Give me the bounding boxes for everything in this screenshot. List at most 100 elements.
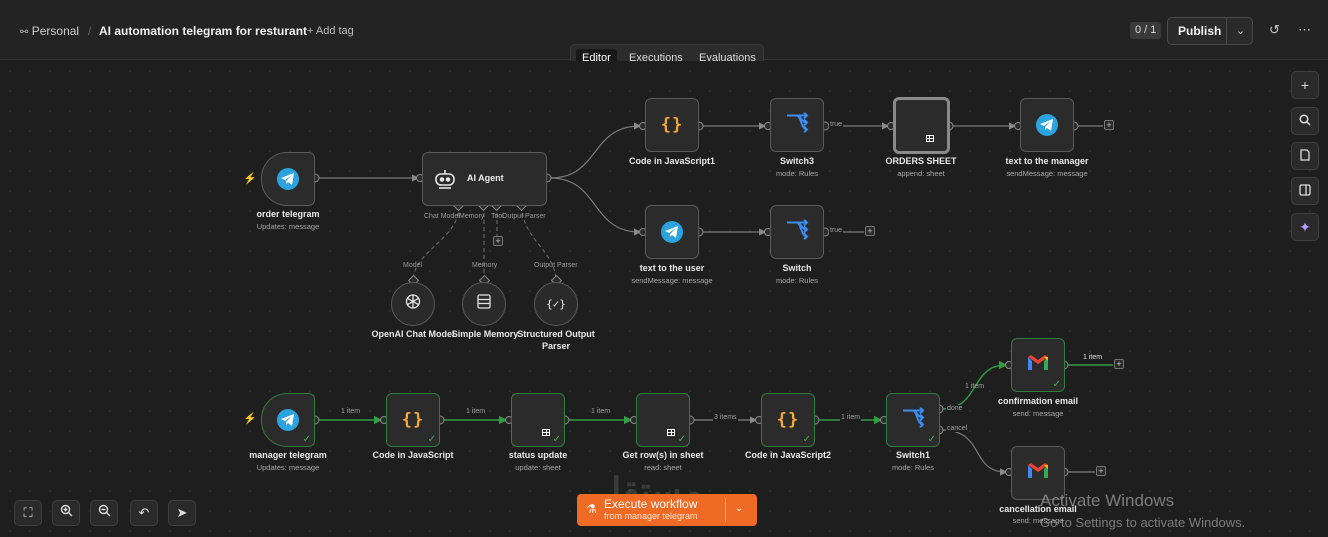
success-check-icon: ✓ (677, 434, 686, 445)
node-manager-telegram[interactable]: ✓ (261, 393, 315, 447)
add-node-button[interactable]: + (1096, 466, 1106, 476)
fit-view-button[interactable]: ⛶ (14, 500, 42, 526)
node-sublabel: sendMessage: message (631, 276, 713, 285)
history-icon[interactable]: ↺ (1269, 22, 1280, 38)
edge-label-items: 3 items (713, 414, 738, 421)
node-label: Code in JavaScript1 (628, 156, 716, 166)
port-label-chat-model: Chat Model (424, 213, 460, 220)
activate-windows-title: Activate Windows (1040, 491, 1175, 510)
workflow-title[interactable]: AI automation telegram for resturant (99, 24, 307, 38)
node-code-js2[interactable]: {} ✓ (761, 393, 815, 447)
zoom-out-icon (98, 504, 111, 520)
sparkle-icon: ✦ (1299, 219, 1311, 235)
node-switch3[interactable] (770, 98, 824, 152)
node-switch[interactable] (770, 205, 824, 259)
edge-label-items: 1 item (466, 408, 486, 415)
success-check-icon: ✓ (802, 434, 811, 445)
add-node-button[interactable]: + (1114, 359, 1124, 369)
node-label: Switch (782, 263, 812, 273)
node-confirmation-email[interactable]: ✓ (1011, 338, 1065, 392)
zoom-in-button[interactable] (52, 500, 80, 526)
code-braces-icon: {} (401, 410, 425, 430)
node-sublabel: sendMessage: message (1006, 169, 1088, 178)
port-label-model: Model (403, 262, 423, 269)
success-check-icon: ✓ (427, 434, 436, 445)
panel-icon (1299, 183, 1311, 199)
add-node-panel-button[interactable]: + (1291, 71, 1319, 99)
lightning-icon: ⚡ (243, 413, 257, 425)
chevron-down-icon[interactable]: ⌄ (735, 503, 743, 514)
activate-windows-subtitle: Go to Settings to activate Windows. (1040, 515, 1246, 530)
add-node-button[interactable]: + (865, 226, 875, 236)
telegram-icon (1036, 114, 1058, 136)
tidy-up-button[interactable]: ➤ (168, 500, 196, 526)
node-sublabel: Updates: message (256, 222, 320, 231)
toggle-panel-button[interactable] (1291, 177, 1319, 205)
undo-button[interactable]: ↶ (130, 500, 158, 526)
node-text-manager[interactable] (1020, 98, 1074, 152)
node-sublabel: append: sheet (897, 169, 945, 178)
add-tag-button[interactable]: + Add tag (307, 25, 354, 37)
node-status-update[interactable]: ✓ (511, 393, 565, 447)
node-openai-chat-model[interactable] (391, 282, 435, 326)
telegram-icon (661, 221, 683, 243)
node-label: text to the manager (1005, 156, 1089, 166)
success-check-icon: ✓ (1052, 379, 1061, 390)
ai-assistant-button[interactable]: ✦ (1291, 213, 1319, 241)
execute-sublabel: from manager telegram (604, 511, 698, 521)
edge-label-done: done (946, 405, 964, 412)
node-label: Code in JavaScript (372, 450, 454, 460)
node-sublabel: mode: Rules (775, 169, 819, 178)
edge-label-items: 1 item (341, 408, 361, 415)
edge-label-true: true (829, 121, 844, 128)
zoom-out-button[interactable] (90, 500, 118, 526)
openai-icon (404, 293, 422, 316)
node-ai-agent[interactable]: AI Agent (422, 152, 547, 206)
publish-button[interactable]: Publish ⌄ (1167, 17, 1253, 45)
node-structured-output-parser[interactable]: {✓} (534, 282, 578, 326)
edge-label-items: 1 item (965, 383, 985, 390)
node-simple-memory[interactable] (462, 282, 506, 326)
execute-workflow-button[interactable]: ⚗ Execute workflow from manager telegram… (577, 494, 757, 526)
node-sublabel: mode: Rules (775, 276, 819, 285)
telegram-icon (277, 409, 299, 431)
publish-label: Publish (1178, 24, 1222, 38)
chevron-down-icon[interactable]: ⌄ (1226, 18, 1254, 44)
add-tool-button[interactable]: + (493, 236, 503, 246)
node-sublabel: mode: Rules (891, 463, 935, 472)
success-check-icon: ✓ (927, 434, 936, 445)
fit-view-icon: ⛶ (23, 505, 33, 520)
node-label: text to the user (639, 263, 705, 273)
success-check-icon: ✓ (302, 434, 311, 445)
sticky-note-button[interactable] (1291, 142, 1319, 170)
node-label: AI Agent (467, 173, 504, 183)
node-sublabel: Updates: message (256, 463, 320, 472)
node-label: ORDERS SHEET (885, 156, 957, 166)
more-icon[interactable]: ⋯ (1298, 22, 1311, 38)
breadcrumb-workspace[interactable]: ⚯ Personal (20, 24, 79, 38)
plus-icon: + (1300, 77, 1310, 93)
node-get-rows[interactable]: ✓ (636, 393, 690, 447)
robot-icon (433, 167, 457, 196)
node-code-js[interactable]: {} ✓ (386, 393, 440, 447)
node-label: order telegram (256, 209, 320, 219)
node-label-line2: Parser (541, 341, 571, 351)
node-label: status update (508, 450, 568, 460)
undo-icon: ↶ (138, 505, 150, 520)
node-orders-sheet[interactable] (893, 97, 950, 154)
database-icon (476, 294, 492, 315)
node-text-user[interactable] (645, 205, 699, 259)
add-node-button[interactable]: + (1104, 120, 1114, 130)
switch-icon (785, 218, 809, 245)
node-order-telegram[interactable] (261, 152, 315, 206)
edge-label-true: true (829, 227, 844, 234)
note-icon (1299, 148, 1311, 164)
node-code-js1[interactable]: {} (645, 98, 699, 152)
edge-label-items: 1 item (1083, 354, 1103, 361)
node-switch1[interactable]: ✓ (886, 393, 940, 447)
code-braces-icon: {} (660, 115, 684, 135)
node-label: Switch1 (895, 450, 930, 460)
node-label: confirmation email (997, 396, 1078, 406)
search-button[interactable] (1291, 107, 1319, 135)
telegram-icon (277, 168, 299, 190)
